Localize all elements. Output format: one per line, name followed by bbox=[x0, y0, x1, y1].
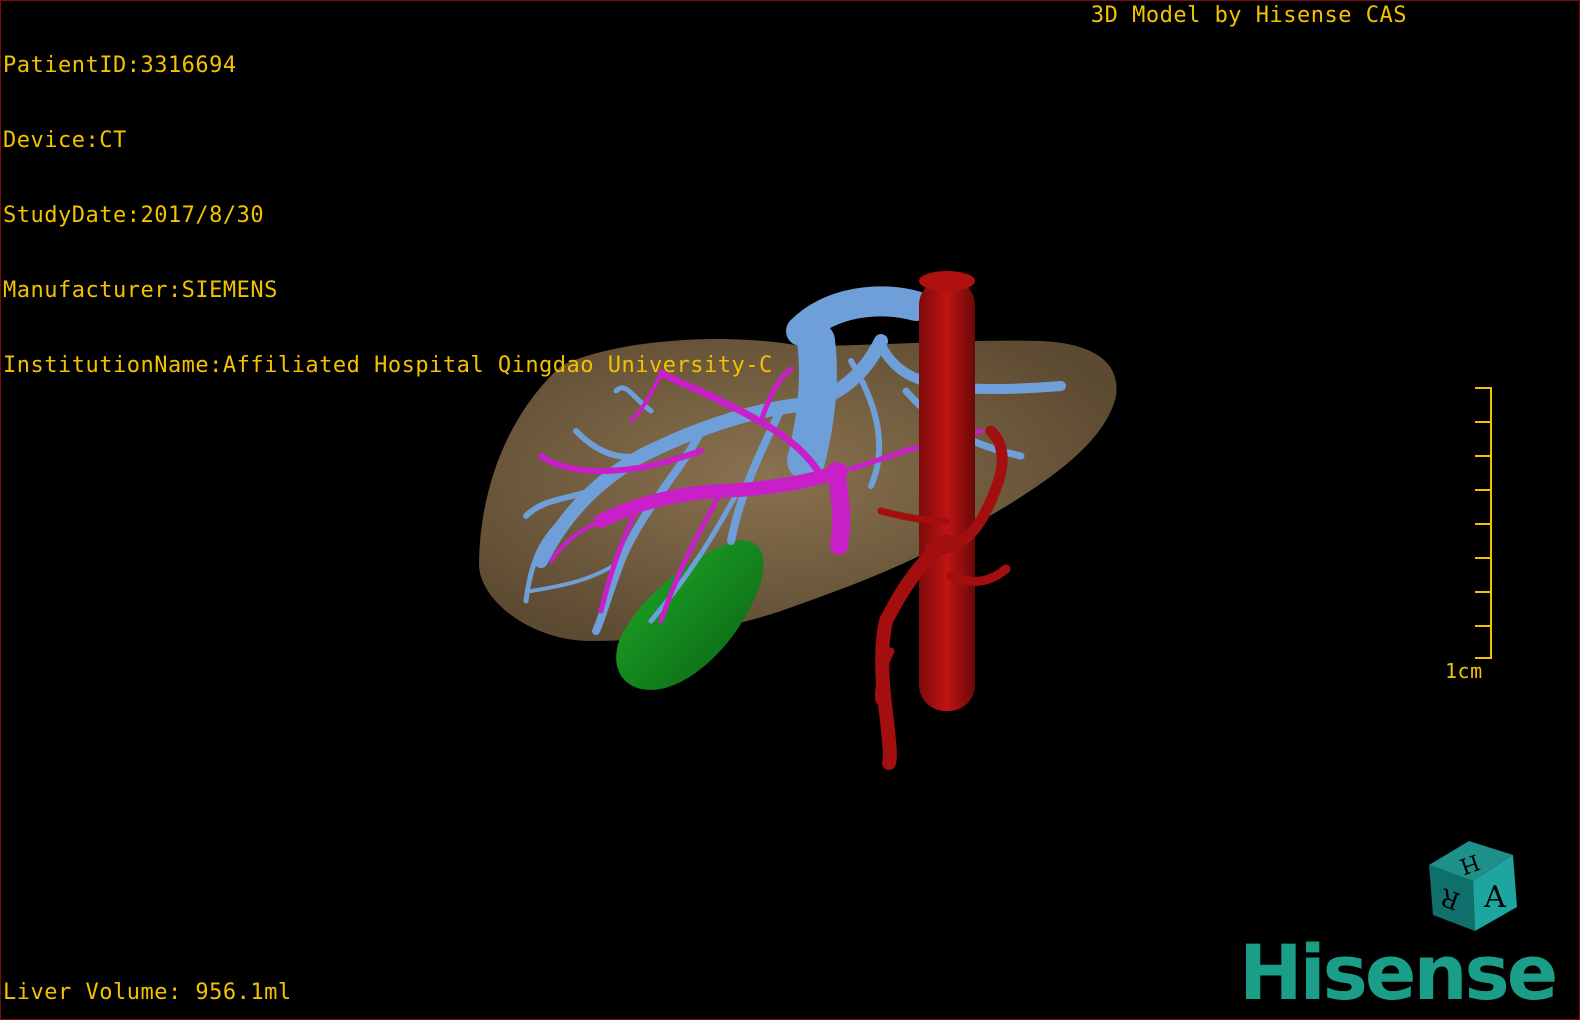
liver-volume: Liver Volume: 956.1ml bbox=[3, 980, 292, 1005]
patient-info-overlay: PatientID:3316694 Device:CT StudyDate:20… bbox=[3, 3, 773, 428]
patient-id: PatientID:3316694 bbox=[3, 53, 237, 78]
study-date: StudyDate:2017/8/30 bbox=[3, 203, 265, 228]
cube-front-label: A bbox=[1483, 880, 1506, 915]
device: Device:CT bbox=[3, 128, 127, 153]
scale-bar-label: 1cm bbox=[1445, 659, 1483, 683]
orientation-cube[interactable]: H R A bbox=[1421, 837, 1521, 933]
manufacturer: Manufacturer:SIEMENS bbox=[3, 278, 278, 303]
scale-bar bbox=[1475, 387, 1492, 659]
model-credit: 3D Model by Hisense CAS bbox=[1090, 3, 1407, 28]
institution-name: InstitutionName:Affiliated Hospital Qing… bbox=[3, 353, 773, 378]
hisense-logo: Hisense bbox=[1239, 928, 1558, 1017]
3d-viewport[interactable]: PatientID:3316694 Device:CT StudyDate:20… bbox=[0, 0, 1580, 1020]
